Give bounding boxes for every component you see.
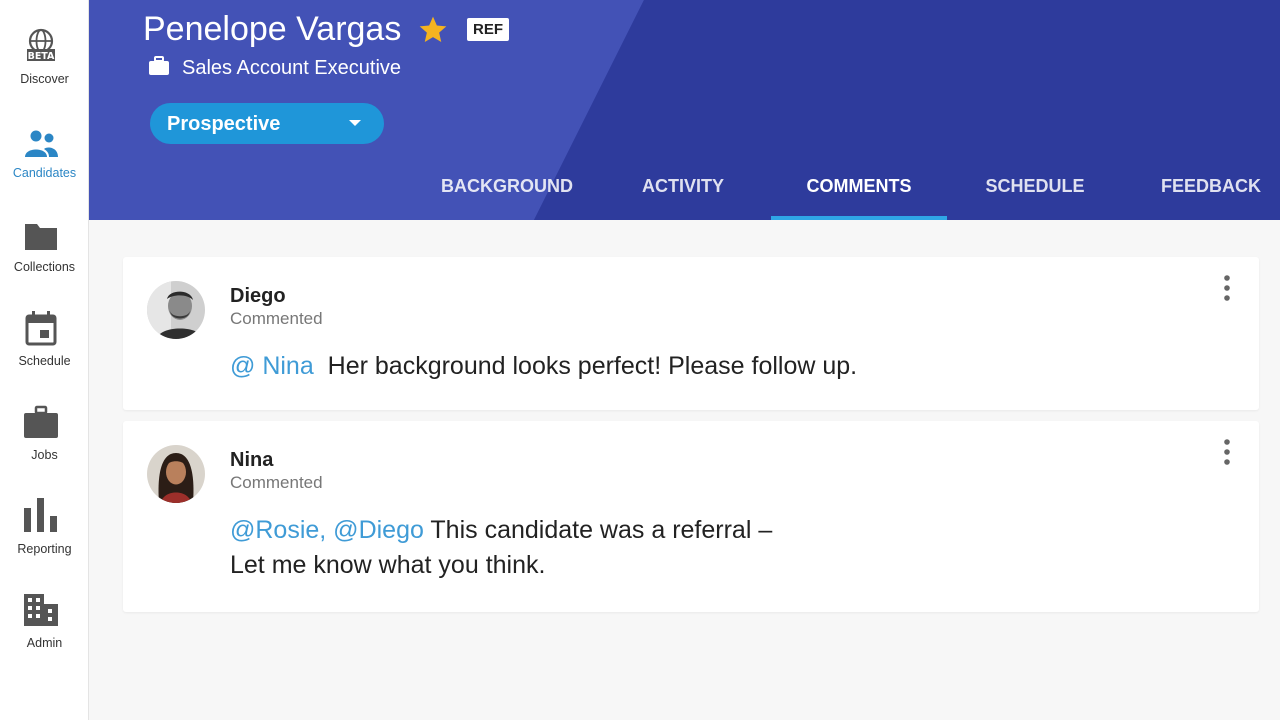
sidebar-item-admin[interactable]: Admin <box>0 592 89 672</box>
chevron-down-icon <box>349 120 361 126</box>
tab-activity[interactable]: ACTIVITY <box>609 172 757 220</box>
status-dropdown[interactable]: Prospective <box>150 103 384 144</box>
tab-feedback[interactable]: FEEDBACK <box>1141 172 1280 220</box>
avatar <box>147 281 205 339</box>
tab-schedule[interactable]: SCHEDULE <box>965 172 1105 220</box>
sidebar-item-candidates[interactable]: Candidates <box>0 122 89 202</box>
tab-background[interactable]: BACKGROUND <box>423 172 591 220</box>
comment-text: This candidate was a referral – <box>430 516 773 544</box>
active-tab-indicator <box>771 216 947 220</box>
referral-badge: REF <box>467 18 509 41</box>
status-value: Prospective <box>167 113 281 135</box>
briefcase-icon <box>24 405 58 438</box>
sidebar-item-reporting[interactable]: Reporting <box>0 498 89 578</box>
sidebar-item-schedule[interactable]: Schedule <box>0 310 89 390</box>
comment-card: Nina Commented @Rosie, @Diego This candi… <box>123 421 1259 612</box>
avatar <box>147 445 205 503</box>
sidebar-item-label: Schedule <box>18 354 71 368</box>
comment-card: Diego Commented @ Nina Her background lo… <box>123 257 1259 410</box>
sidebar-item-label: Admin <box>26 636 63 650</box>
comment-author: Diego <box>230 285 286 307</box>
sidebar: BETA Discover Candidates Collections Sch… <box>0 0 89 720</box>
sidebar-item-jobs[interactable]: Jobs <box>0 404 89 484</box>
comment-text: Let me know what you think. <box>230 551 546 579</box>
avatar-photo <box>147 445 205 503</box>
comment-author: Nina <box>230 449 274 471</box>
comment-action: Commented <box>230 473 323 492</box>
candidate-name: Penelope Vargas <box>143 10 402 48</box>
sidebar-item-collections[interactable]: Collections <box>0 216 89 296</box>
comment-action: Commented <box>230 309 323 328</box>
sidebar-item-label: Discover <box>20 72 69 86</box>
building-icon <box>24 594 58 626</box>
people-icon <box>25 130 58 157</box>
calendar-icon <box>25 311 57 346</box>
sidebar-item-label: Collections <box>13 260 76 274</box>
sidebar-item-label: Jobs <box>31 448 58 462</box>
svg-text:BETA: BETA <box>28 51 55 62</box>
job-title: Sales Account Executive <box>182 57 402 79</box>
mention-link[interactable]: @Rosie, @Diego <box>230 516 424 544</box>
more-options-icon[interactable] <box>1220 437 1234 467</box>
sidebar-item-discover[interactable]: BETA Discover <box>0 28 89 108</box>
briefcase-icon <box>149 56 169 75</box>
sidebar-item-label: Candidates <box>12 166 77 180</box>
star-icon[interactable] <box>417 14 449 46</box>
sidebar-item-label: Reporting <box>17 542 72 556</box>
folder-icon <box>25 224 57 250</box>
candidate-header: Penelope Vargas REF Sales Account Execut… <box>89 0 1280 220</box>
mention-link[interactable]: @ Nina <box>230 352 314 380</box>
comment-body: @ Nina Her background looks perfect! Ple… <box>230 349 857 384</box>
tab-comments[interactable]: COMMENTS <box>771 172 947 220</box>
bar-chart-icon <box>24 498 57 532</box>
comment-body: @Rosie, @Diego This candidate was a refe… <box>230 513 772 583</box>
globe-beta-icon: BETA <box>27 28 55 62</box>
more-options-icon[interactable] <box>1220 273 1234 303</box>
comment-text: Her background looks perfect! Please fol… <box>327 352 858 380</box>
avatar-photo <box>147 281 205 339</box>
